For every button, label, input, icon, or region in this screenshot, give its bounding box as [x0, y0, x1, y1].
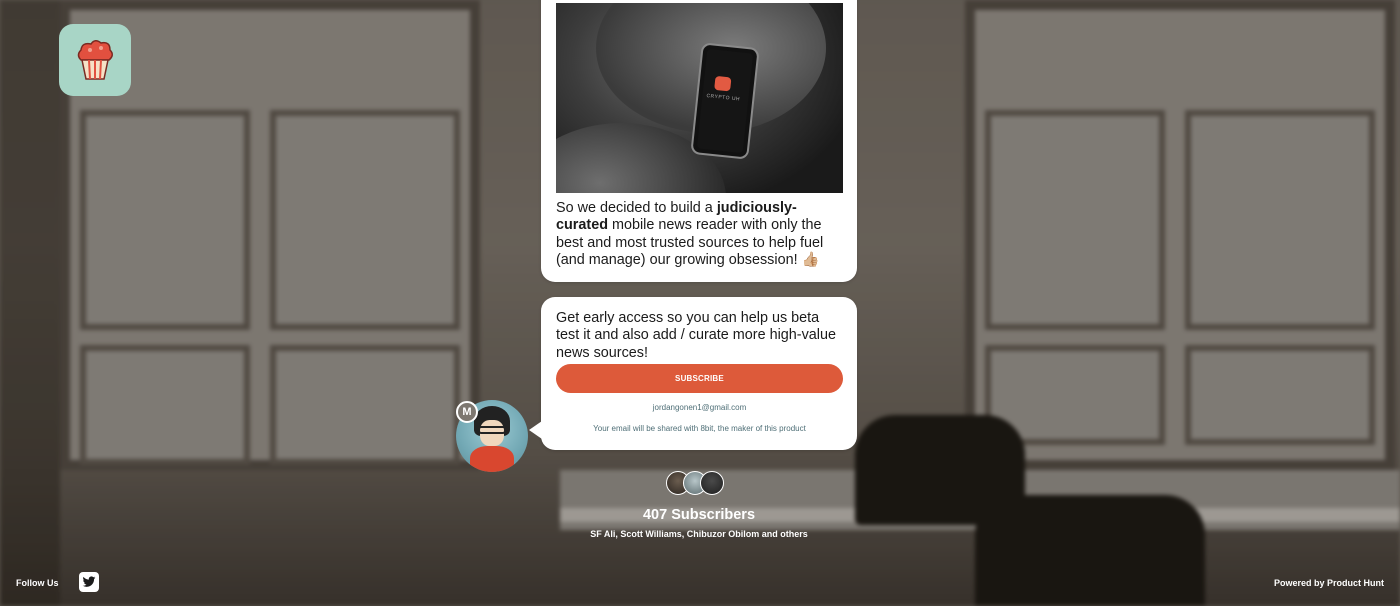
phone-photo: CRYPTO UH	[556, 3, 843, 193]
maker-badge: M	[456, 401, 478, 423]
story-card: CRYPTO UH So we decided to build a judic…	[541, 0, 857, 282]
phone-icon: CRYPTO UH	[690, 42, 760, 160]
cupcake-logo-icon[interactable]	[59, 24, 131, 96]
signup-text: Get early access so you can help us beta…	[556, 310, 836, 361]
avatar[interactable]	[700, 471, 724, 495]
subscriber-avatars	[666, 471, 726, 495]
signup-card: Get early access so you can help us beta…	[541, 297, 857, 450]
subscriber-count: 407 Subscribers	[642, 507, 756, 523]
privacy-notice: Your email will be shared with 8bit, the…	[593, 424, 806, 433]
subscriber-names: SF Ali, Scott Williams, Chibuzor Obilom …	[590, 529, 808, 539]
speech-bubble-tail	[529, 421, 542, 439]
powered-by-link[interactable]: Powered by Product Hunt	[1274, 578, 1384, 588]
follow-us-label: Follow Us	[16, 578, 59, 588]
email-display[interactable]: jordangonen1@gmail.com	[556, 403, 843, 412]
story-text: So we decided to build a judiciously-cur…	[556, 200, 824, 269]
subscribe-button[interactable]: SUBSCRIBE	[556, 364, 843, 393]
twitter-icon[interactable]	[79, 572, 99, 592]
